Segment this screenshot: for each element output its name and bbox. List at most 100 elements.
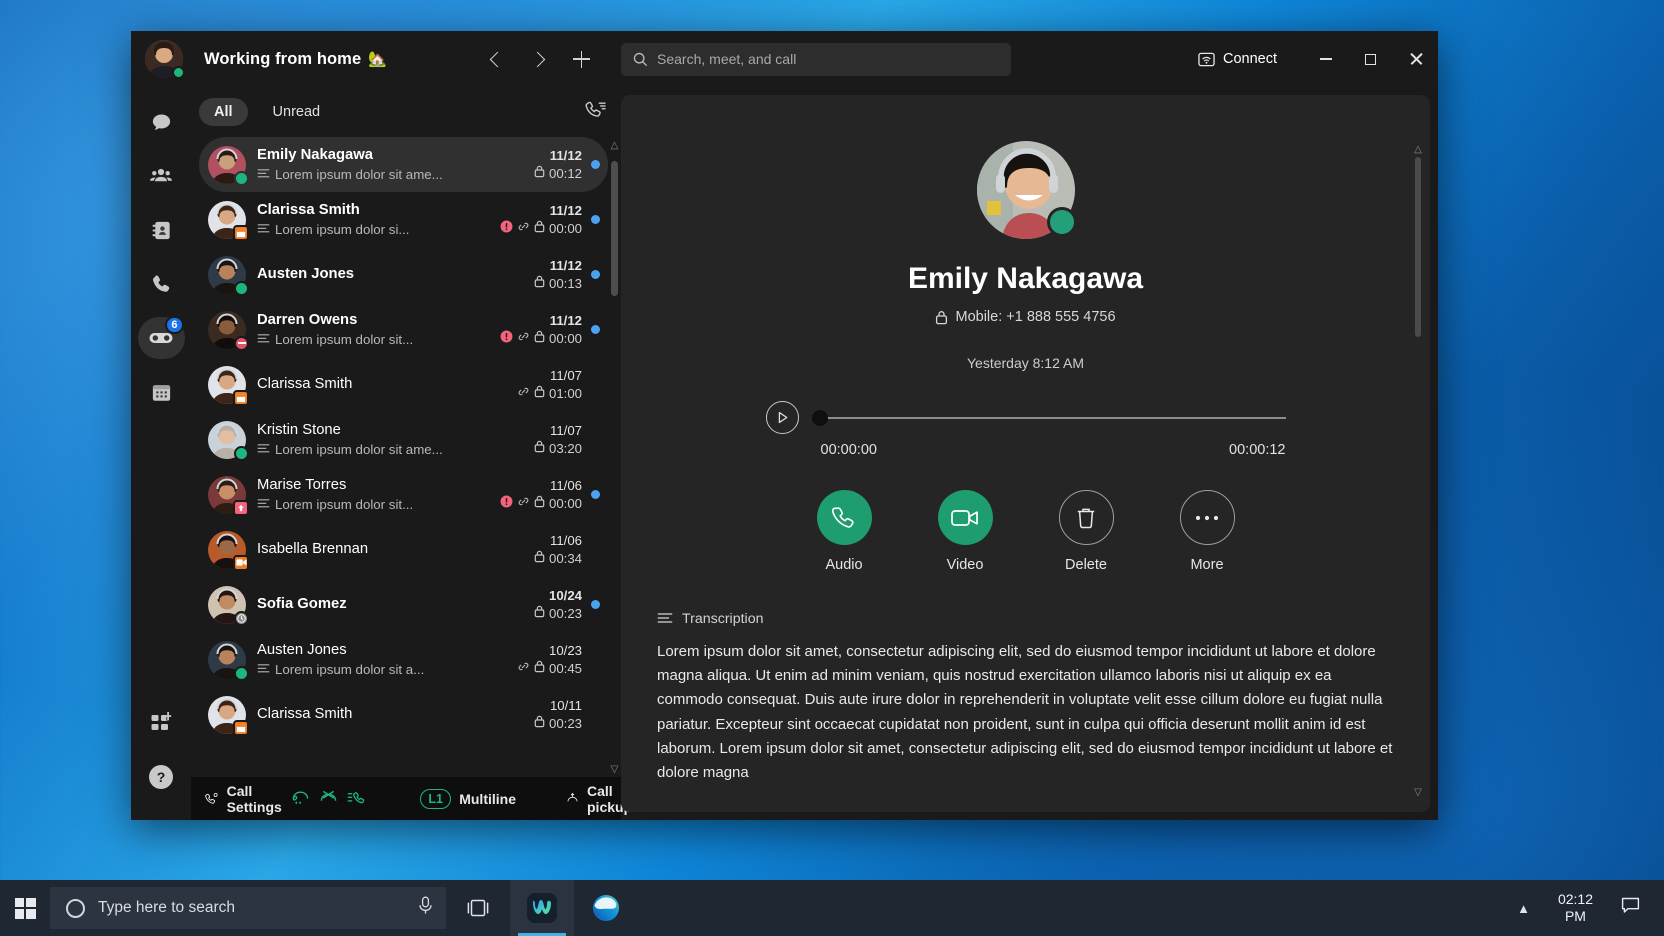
start-button[interactable] (0, 880, 50, 936)
audio-action[interactable]: Audio (799, 490, 890, 573)
attachment-link-icon (518, 222, 529, 231)
scroll-up-icon[interactable]: △ (611, 137, 619, 153)
maximize-button[interactable] (1348, 40, 1393, 78)
duration-text: 03:20 (548, 441, 582, 456)
delete-action[interactable]: Delete (1041, 490, 1132, 573)
contacts-book-icon (151, 221, 170, 239)
urgent-icon (500, 330, 513, 348)
notification-icon[interactable] (1607, 897, 1654, 919)
lock-icon (534, 220, 545, 238)
attachment-link-icon (518, 332, 529, 341)
list-item[interactable]: Sofia Gomez 10/24 00:23 (199, 577, 608, 632)
list-item[interactable]: Marise Torres Lorem ipsum dolor sit... 11/… (199, 467, 608, 522)
sidebar-item-calling[interactable] (138, 263, 185, 305)
list-item-date: 11/12 (549, 203, 582, 218)
list-scrollbar[interactable]: △ ▽ (608, 137, 621, 777)
presence-available-icon (234, 170, 249, 186)
lock-icon (534, 605, 545, 618)
list-item[interactable]: Austen Jones 11/12 00:13 (199, 247, 608, 302)
minimize-button[interactable] (1303, 40, 1348, 78)
list-item-name: Clarissa Smith (257, 201, 360, 218)
voicemail-list[interactable]: Emily Nakagawa Lorem ipsum dolor sit ame.… (191, 137, 608, 777)
sidebar-item-teams[interactable] (138, 155, 185, 197)
close-button[interactable] (1393, 40, 1438, 78)
do-not-disturb-call-icon[interactable] (319, 789, 338, 809)
scrollbar-thumb[interactable] (611, 161, 618, 296)
sidebar-item-help[interactable]: ? (138, 756, 185, 798)
sidebar-item-contacts[interactable] (138, 209, 185, 251)
progress-track[interactable] (811, 409, 1286, 426)
taskbar-app-edge[interactable] (574, 880, 638, 936)
sidebar-item-meetings[interactable] (138, 371, 185, 413)
lock-icon (534, 220, 545, 233)
tab-unread[interactable]: Unread (258, 98, 336, 126)
taskbar-clock[interactable]: 02:12 PM (1548, 891, 1603, 925)
microphone-icon[interactable] (417, 896, 434, 920)
list-item-main: Darren Owens Lorem ipsum dolor sit... (257, 311, 506, 349)
list-item-meta: 10/23 00:45 (506, 641, 582, 678)
delete-label: Delete (1065, 557, 1107, 573)
audio-button[interactable] (816, 490, 872, 545)
lock-icon (534, 330, 545, 343)
detail-scroll-down-icon[interactable]: ▽ (1414, 784, 1422, 800)
list-item[interactable]: Clarissa Smith 11/07 01:00 (199, 357, 608, 412)
list-item-main: Austen Jones Lorem ipsum dolor sit a... (257, 641, 506, 679)
list-item[interactable]: Kristin Stone Lorem ipsum dolor sit ame..… (199, 412, 608, 467)
list-item-duration-row: 00:23 (506, 715, 582, 733)
list-item-name: Clarissa Smith (257, 376, 353, 392)
call-settings-button[interactable]: Call Settings (205, 783, 287, 815)
sidebar-item-apps[interactable] (138, 702, 185, 744)
scroll-down-icon[interactable]: ▽ (611, 761, 619, 777)
lock-icon (534, 550, 545, 568)
call-transfer-glyph (348, 791, 365, 803)
list-item-date: 10/24 (548, 588, 582, 603)
progress-knob[interactable] (811, 409, 828, 426)
lock-icon (534, 495, 545, 513)
unread-indicator (591, 325, 600, 334)
forward-button[interactable] (522, 43, 555, 76)
tab-all[interactable]: All (199, 98, 248, 126)
filter-calls-button[interactable] (585, 100, 607, 125)
presence-in-meeting-icon (233, 224, 249, 241)
video-action[interactable]: Video (920, 490, 1011, 573)
taskbar-search-input[interactable]: Type here to search (50, 887, 446, 929)
sidebar-item-voicemail[interactable]: 6 (137, 316, 185, 359)
multiline-button[interactable]: L1 Multiline (420, 788, 516, 809)
list-item[interactable]: Austen Jones Lorem ipsum dolor sit a... 10… (199, 632, 608, 687)
list-item[interactable]: Darren Owens Lorem ipsum dolor sit... 11/1… (199, 302, 608, 357)
call-forward-icon[interactable] (291, 789, 310, 809)
lock-icon (534, 440, 545, 453)
detail-scroll-up-icon[interactable]: △ (1414, 141, 1422, 157)
status-text[interactable]: Working from home 🏡 (204, 50, 387, 69)
list-item[interactable]: Clarissa Smith Lorem ipsum dolor si... 11/… (199, 192, 608, 247)
list-item-duration-row: 00:45 (506, 660, 582, 678)
list-item-date: 11/07 (549, 368, 582, 383)
call-forward-glyph (292, 791, 309, 804)
video-button[interactable] (937, 490, 993, 545)
detail-scrollbar-thumb[interactable] (1415, 157, 1421, 337)
avatar[interactable] (145, 40, 185, 79)
play-button[interactable] (765, 401, 799, 434)
new-item-button[interactable] (565, 43, 598, 76)
scrollbar-track[interactable] (608, 153, 621, 761)
connect-button[interactable]: Connect (1186, 45, 1289, 74)
more-action[interactable]: More (1162, 490, 1253, 573)
taskbar-app-webex[interactable] (510, 880, 574, 936)
detail-scrollbar[interactable]: △ ▽ (1412, 141, 1424, 800)
chevron-up-icon[interactable]: ▲ (1503, 901, 1544, 916)
delete-button[interactable] (1058, 490, 1114, 545)
list-item[interactable]: Isabella Brennan 11/06 00:34 (199, 522, 608, 577)
contact-phone-label: Mobile: +1 888 555 4756 (955, 309, 1116, 325)
transcript-icon (257, 661, 270, 679)
detail-scrollbar-track[interactable] (1412, 157, 1424, 784)
total-time: 00:00:12 (1229, 442, 1286, 458)
list-item[interactable]: Clarissa Smith 10/11 00:23 (199, 687, 608, 742)
list-item[interactable]: Emily Nakagawa Lorem ipsum dolor sit ame.… (199, 137, 608, 192)
back-button[interactable] (479, 43, 512, 76)
call-transfer-icon[interactable] (347, 789, 366, 809)
task-view-button[interactable] (446, 880, 510, 936)
more-button[interactable] (1179, 490, 1235, 545)
sidebar-item-messaging[interactable] (138, 101, 185, 143)
search-input[interactable]: Search, meet, and call (621, 42, 1012, 76)
search-icon (633, 52, 648, 66)
